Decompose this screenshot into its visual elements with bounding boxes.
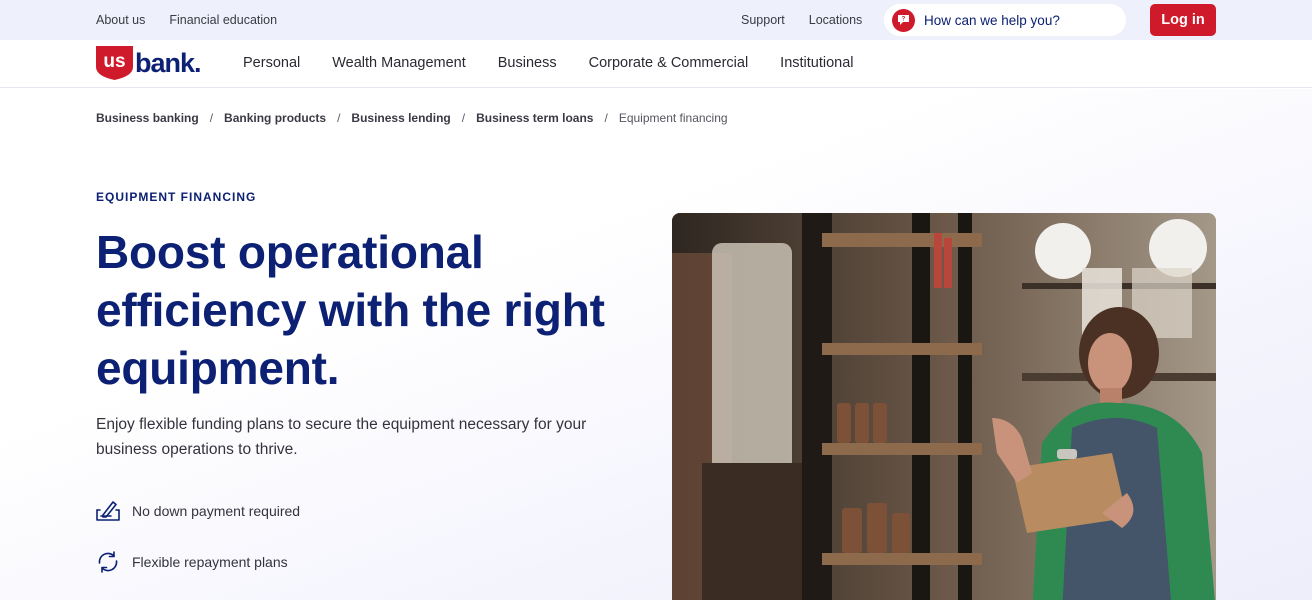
nav-wealth-management[interactable]: Wealth Management [332, 55, 466, 71]
breadcrumb-separator: / [209, 111, 214, 125]
breadcrumb-current: Equipment financing [618, 111, 728, 125]
signing-document-icon [96, 499, 120, 523]
breadcrumb-separator: / [604, 111, 608, 125]
svg-text:us: us [103, 51, 125, 72]
logo-bank-text: bank. [135, 47, 202, 78]
login-button[interactable]: Log in [1150, 4, 1216, 36]
hero-subtext: Enjoy flexible funding plans to secure t… [96, 416, 587, 458]
logo-shield: us [96, 46, 133, 80]
breadcrumb: Business banking / Banking products / Bu… [96, 111, 728, 125]
nav-personal[interactable]: Personal [243, 55, 300, 71]
utility-left-links: About us Financial education [96, 13, 277, 27]
breadcrumb-business-banking[interactable]: Business banking [96, 111, 199, 125]
breadcrumb-business-lending[interactable]: Business lending [351, 111, 450, 125]
usbank-logo[interactable]: us bank. [96, 46, 202, 80]
support-link[interactable]: Support [741, 13, 785, 27]
breadcrumb-separator: / [461, 111, 466, 125]
hero-eyebrow: EQUIPMENT FINANCING [96, 190, 257, 204]
svg-text:?: ? [902, 17, 906, 23]
breadcrumb-business-term-loans[interactable]: Business term loans [476, 111, 593, 125]
breadcrumb-banking-products[interactable]: Banking products [224, 111, 326, 125]
refresh-cycle-icon [96, 550, 120, 574]
breadcrumb-separator: / [337, 111, 341, 125]
utility-right-links: Support Locations [741, 13, 862, 27]
feature-no-down-payment: No down payment required [96, 499, 300, 523]
hero-headline: Boost operational efficiency with the ri… [96, 226, 605, 394]
nav-corporate-commercial[interactable]: Corporate & Commercial [589, 55, 749, 71]
help-search-input[interactable]: ? How can we help you? [884, 4, 1126, 36]
financial-education-link[interactable]: Financial education [169, 13, 277, 27]
nav-institutional[interactable]: Institutional [780, 55, 853, 71]
feature-label: No down payment required [132, 503, 301, 519]
primary-nav-items: Personal Wealth Management Business Corp… [243, 55, 854, 71]
help-search-placeholder: How can we help you? [924, 12, 1060, 28]
main-navigation: us bank. Personal Wealth Management Busi… [0, 40, 1312, 88]
chat-bubble-icon: ? [892, 8, 915, 32]
about-us-link[interactable]: About us [96, 13, 145, 27]
locations-link[interactable]: Locations [809, 13, 863, 27]
nav-business[interactable]: Business [498, 55, 557, 71]
feature-flexible-repayment: Flexible repayment plans [96, 550, 288, 574]
utility-bar: About us Financial education Support Loc… [0, 0, 1312, 40]
hero-photo-woman-with-clipboard [672, 213, 1216, 600]
feature-label: Flexible repayment plans [132, 554, 288, 570]
